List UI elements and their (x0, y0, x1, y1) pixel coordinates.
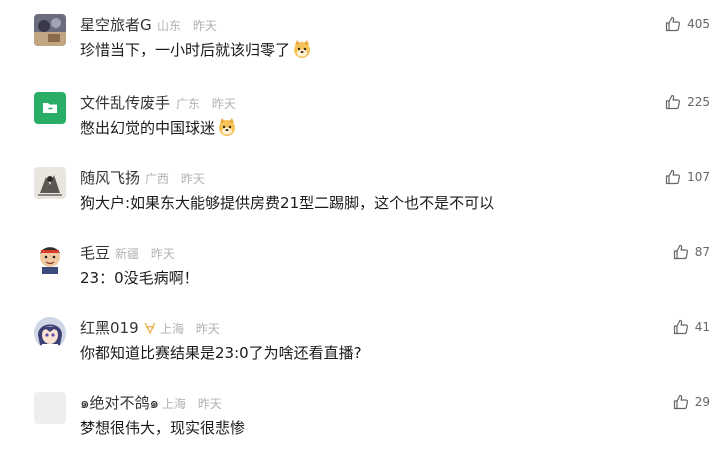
comment-meta: 广西 昨天 (145, 171, 205, 187)
thumbs-up-icon (665, 16, 681, 32)
thumbs-up-icon (673, 244, 689, 260)
username[interactable]: ๑绝对不鸽๑ (80, 393, 159, 413)
comment-meta: 上海 昨天 (160, 321, 220, 337)
comment-meta: 上海 昨天 (162, 396, 222, 412)
location: 广东 (176, 97, 201, 111)
comment-text-content: 珍惜当下，一小时后就该归零了 (80, 41, 291, 59)
comment-text: 23：0没毛病啊！ (80, 269, 199, 287)
location: 山东 (157, 19, 182, 33)
user-avatar[interactable] (34, 14, 66, 46)
comment-text: 珍惜当下，一小时后就该归零了 (80, 39, 312, 65)
comment-item: 红黑019 上海 昨天 你都知道比赛结果是23:0了为啥还看直播? 41 (0, 317, 725, 377)
dog-face-emoji (217, 117, 237, 143)
location: 广西 (145, 172, 170, 186)
comment-meta: 广东 昨天 (176, 96, 236, 112)
comment-item: 星空旅者G 山东 昨天 珍惜当下，一小时后就该归零了 405 (0, 14, 725, 74)
comment-text-content: 憋出幻觉的中国球迷 (80, 119, 216, 137)
like-count: 29 (694, 395, 710, 409)
dog-face-emoji (292, 39, 312, 65)
timestamp: 昨天 (197, 397, 222, 411)
timestamp: 昨天 (180, 172, 205, 186)
comment-text: 憋出幻觉的中国球迷 (80, 117, 237, 143)
like-button[interactable]: 405 (665, 16, 710, 32)
user-avatar[interactable] (34, 92, 66, 124)
thumbs-up-icon (665, 169, 681, 185)
username[interactable]: 红黑019 (80, 318, 157, 340)
location: 上海 (162, 397, 187, 411)
timestamp: 昨天 (195, 322, 220, 336)
like-button[interactable]: 41 (673, 319, 710, 335)
location: 新疆 (115, 247, 140, 261)
like-count: 107 (687, 170, 710, 184)
ribbon-badge-icon (143, 320, 157, 340)
thumbs-up-icon (673, 319, 689, 335)
comment-text: 你都知道比赛结果是23:0了为啥还看直播? (80, 344, 362, 362)
timestamp: 昨天 (150, 247, 175, 261)
like-button[interactable]: 29 (673, 394, 710, 410)
like-count: 41 (694, 320, 710, 334)
username-text[interactable]: 红黑019 (80, 319, 139, 337)
thumbs-up-icon (673, 394, 689, 410)
timestamp: 昨天 (192, 19, 217, 33)
username[interactable]: 星空旅者G (80, 15, 152, 35)
comment-text: 梦想很伟大，现实很悲惨 (80, 419, 246, 437)
location: 上海 (160, 322, 185, 336)
username[interactable]: 文件乱传废手 (80, 93, 170, 113)
user-avatar[interactable] (34, 242, 66, 274)
username[interactable]: 随风飞扬 (80, 168, 140, 188)
user-avatar[interactable] (34, 167, 66, 199)
comment-meta: 新疆 昨天 (115, 246, 175, 262)
like-button[interactable]: 87 (673, 244, 710, 260)
like-count: 225 (687, 95, 710, 109)
comment-meta: 山东 昨天 (157, 18, 217, 34)
like-button[interactable]: 225 (665, 94, 710, 110)
comment-item: ๑绝对不鸽๑ 上海 昨天 梦想很伟大，现实很悲惨 29 (0, 392, 725, 452)
comment-item: 毛豆 新疆 昨天 23：0没毛病啊！ 87 (0, 242, 725, 302)
like-count: 405 (687, 17, 710, 31)
comment-item: 随风飞扬 广西 昨天 狗大户:如果东大能够提供房费21型二踢脚，这个也不是不可以… (0, 167, 725, 227)
comment-list: 星空旅者G 山东 昨天 珍惜当下，一小时后就该归零了 405 文件乱传废手 广东… (0, 0, 725, 456)
user-avatar[interactable] (34, 392, 66, 424)
user-avatar[interactable] (34, 317, 66, 349)
like-count: 87 (694, 245, 710, 259)
timestamp: 昨天 (211, 97, 236, 111)
thumbs-up-icon (665, 94, 681, 110)
like-button[interactable]: 107 (665, 169, 710, 185)
comment-text: 狗大户:如果东大能够提供房费21型二踢脚，这个也不是不可以 (80, 194, 495, 212)
username[interactable]: 毛豆 (80, 243, 110, 263)
comment-item: 文件乱传废手 广东 昨天 憋出幻觉的中国球迷 225 (0, 92, 725, 152)
